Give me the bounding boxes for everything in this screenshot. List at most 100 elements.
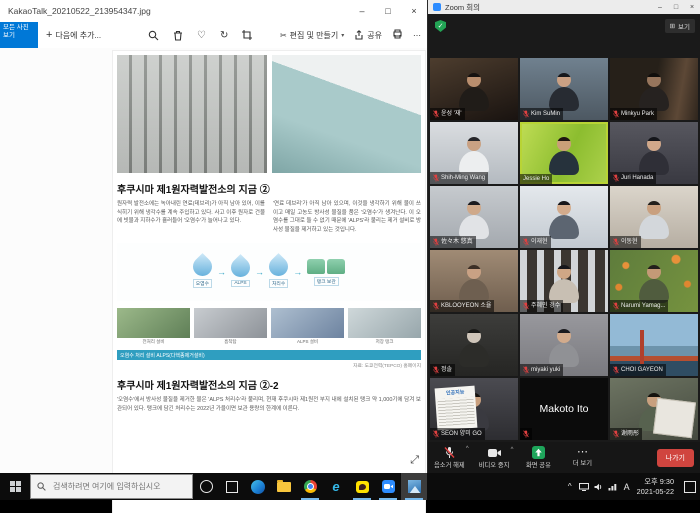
ellipsis-icon: ⋯ (577, 448, 588, 457)
close-button[interactable]: × (401, 0, 427, 22)
participant-tile[interactable]: 谢雨彤 (610, 378, 698, 440)
speaker-icon[interactable] (594, 483, 603, 491)
photos-canvas[interactable]: 후쿠시마 제1원자력발전소의 지금 ② 원자력 발전소에는 녹아내린 연료(데브… (0, 48, 427, 473)
participant-name: miyaki yuki (531, 367, 560, 373)
taskbar-edge[interactable] (245, 473, 271, 500)
participant-tile[interactable]: 이재현 (520, 186, 608, 248)
participant-tile[interactable]: Shih-Ming Wang (430, 122, 518, 184)
print-button[interactable] (392, 29, 403, 41)
expand-icon[interactable]: ⤢ (410, 454, 419, 467)
taskbar-chrome[interactable] (297, 473, 323, 500)
ime-indicator[interactable]: A (624, 482, 630, 492)
participant-tile[interactable]: 이동현 (610, 186, 698, 248)
participant-name-centered: Makoto Ito (520, 378, 608, 440)
edit-create-button[interactable]: ✂ 편집 및 만들기 ▾ (280, 30, 344, 41)
doc-body-text: '오염수'에서 방사성 물질을 제거한 물은 'ALPS 처리수'라 불리며, … (117, 396, 421, 414)
participant-tile[interactable]: 주혜민 경수 (520, 250, 608, 312)
taskbar-kakaotalk[interactable] (349, 473, 375, 500)
participant-tile[interactable]: 윤성 '재' (430, 58, 518, 120)
task-view-button[interactable] (219, 473, 245, 500)
participant-name: Kim SuMin (531, 111, 560, 117)
muted-mic-icon (523, 430, 529, 438)
minimize-button[interactable]: – (349, 0, 375, 22)
taskbar-search[interactable] (30, 474, 193, 499)
action-center-icon[interactable] (684, 481, 696, 493)
photos-app-icon (408, 480, 421, 493)
start-button[interactable] (0, 473, 30, 500)
maximize-button[interactable]: □ (668, 4, 684, 11)
share-label: 공유 (367, 30, 382, 41)
participant-tile[interactable]: Kim SuMin (520, 58, 608, 120)
stop-video-button[interactable]: ^ 비디오 중지 (479, 447, 510, 469)
zoom-icon[interactable] (148, 30, 159, 41)
share-screen-button[interactable]: 화면 공유 (523, 446, 553, 469)
unmute-button[interactable]: ^ 음소거 해제 (434, 446, 465, 469)
participant-tile[interactable]: Jessie Ho (520, 122, 608, 184)
taskbar-zoom[interactable] (375, 473, 401, 500)
bridge-tower-graphic (640, 330, 644, 364)
cortana-button[interactable] (193, 473, 219, 500)
leave-meeting-button[interactable]: 나가기 (657, 449, 694, 467)
favorite-icon[interactable]: ♡ (197, 30, 206, 41)
chevron-down-icon: ▾ (341, 32, 344, 39)
network-icon[interactable] (608, 483, 617, 491)
taskbar-clock[interactable]: 오후 9:30 2021-05-22 (637, 477, 674, 495)
participant-tile[interactable]: 佐々木 悠真 (430, 186, 518, 248)
participant-tile[interactable]: KBLOOYEON 소율 (430, 250, 518, 312)
hidden-icons-chevron[interactable]: ^ (568, 482, 572, 491)
close-button[interactable]: × (684, 4, 700, 11)
participant-tile[interactable]: CHOI GAYEON (610, 314, 698, 376)
delete-icon[interactable] (173, 30, 183, 41)
participant-tile[interactable]: Minkyu Park (610, 58, 698, 120)
participant-tile[interactable]: Narumi Yamag... (610, 250, 698, 312)
maximize-button[interactable]: □ (375, 0, 401, 22)
edit-create-label: 편집 및 만들기 (290, 30, 339, 41)
participant-name: 이동현 (621, 239, 638, 245)
participant-name: 윤성 '재' (441, 111, 462, 117)
crop-icon[interactable] (242, 30, 252, 40)
more-options-button[interactable]: ⋯ 더 보기 (567, 448, 597, 467)
tray-time: 오후 9:30 (637, 477, 674, 486)
water-drop-icon (189, 253, 216, 280)
all-photos-button[interactable]: 모든 사진 보기 (0, 22, 38, 48)
minimize-button[interactable]: – (652, 4, 668, 11)
diagram-step: 오염수 (193, 257, 212, 288)
taskbar-file-explorer[interactable] (271, 473, 297, 500)
add-to-button[interactable]: + 다음에 추가... (46, 29, 101, 41)
zoom-window: Zoom 회의 – □ × ✓ ⊞ 보기 윤성 '재'Kim SuMinMink… (428, 0, 700, 473)
participant-tile[interactable]: 정솔 (430, 314, 518, 376)
view-button[interactable]: ⊞ 보기 (665, 19, 695, 33)
chevron-up-icon[interactable]: ^ (466, 446, 469, 452)
participant-name: 정솔 (441, 367, 452, 373)
tank-icon (307, 259, 325, 274)
thumbnail-caption: ALPS 설비 (271, 339, 344, 345)
share-button[interactable]: 공유 (354, 30, 382, 41)
poster-title: 인공지능 (437, 387, 474, 397)
doc-photo-bar: 오염수 처리 설비 ALPS(다핵종제거설비) (117, 350, 421, 360)
chevron-up-icon[interactable]: ^ (511, 447, 514, 453)
taskbar-internet-explorer[interactable]: e (323, 473, 349, 500)
doc-heading-2: 후쿠시마 제1원자력발전소의 지금 ②-2 (117, 377, 421, 392)
photos-window-title: KakaoTalk_20210522_213954347.jpg (0, 6, 349, 16)
muted-mic-icon (613, 238, 619, 246)
participant-tile[interactable]: Makoto Ito (520, 378, 608, 440)
participant-tile[interactable]: 인공지능SEON 양미 GO (430, 378, 518, 440)
system-tray: ^ A 오후 9:30 2021-05-22 (568, 477, 700, 495)
more-button[interactable]: ⋯ (413, 31, 421, 40)
participant-name: Shih-Ming Wang (441, 175, 485, 181)
search-input[interactable] (51, 481, 185, 492)
document-image[interactable]: 후쿠시마 제1원자력발전소의 지금 ② 원자력 발전소에는 녹아내린 연료(데브… (113, 51, 425, 513)
participant-tile[interactable]: Juri Hanada (610, 122, 698, 184)
chrome-icon (304, 480, 317, 493)
kakaotalk-icon (356, 481, 369, 493)
zoom-app-icon (433, 3, 441, 11)
taskbar-photos[interactable] (401, 473, 427, 500)
display-icon[interactable] (579, 483, 589, 491)
water-treatment-diagram: 오염수 → ALPS → 처리수 → (117, 243, 421, 301)
participant-tile[interactable]: miyaki yuki (520, 314, 608, 376)
rotate-icon[interactable]: ↻ (220, 30, 228, 41)
arrow-right-icon: → (255, 267, 264, 277)
participant-name: 谢雨彤 (621, 431, 639, 437)
doc-heading-1: 후쿠시마 제1원자력발전소의 지금 ② (117, 181, 421, 196)
security-shield-icon[interactable]: ✓ (435, 20, 446, 32)
